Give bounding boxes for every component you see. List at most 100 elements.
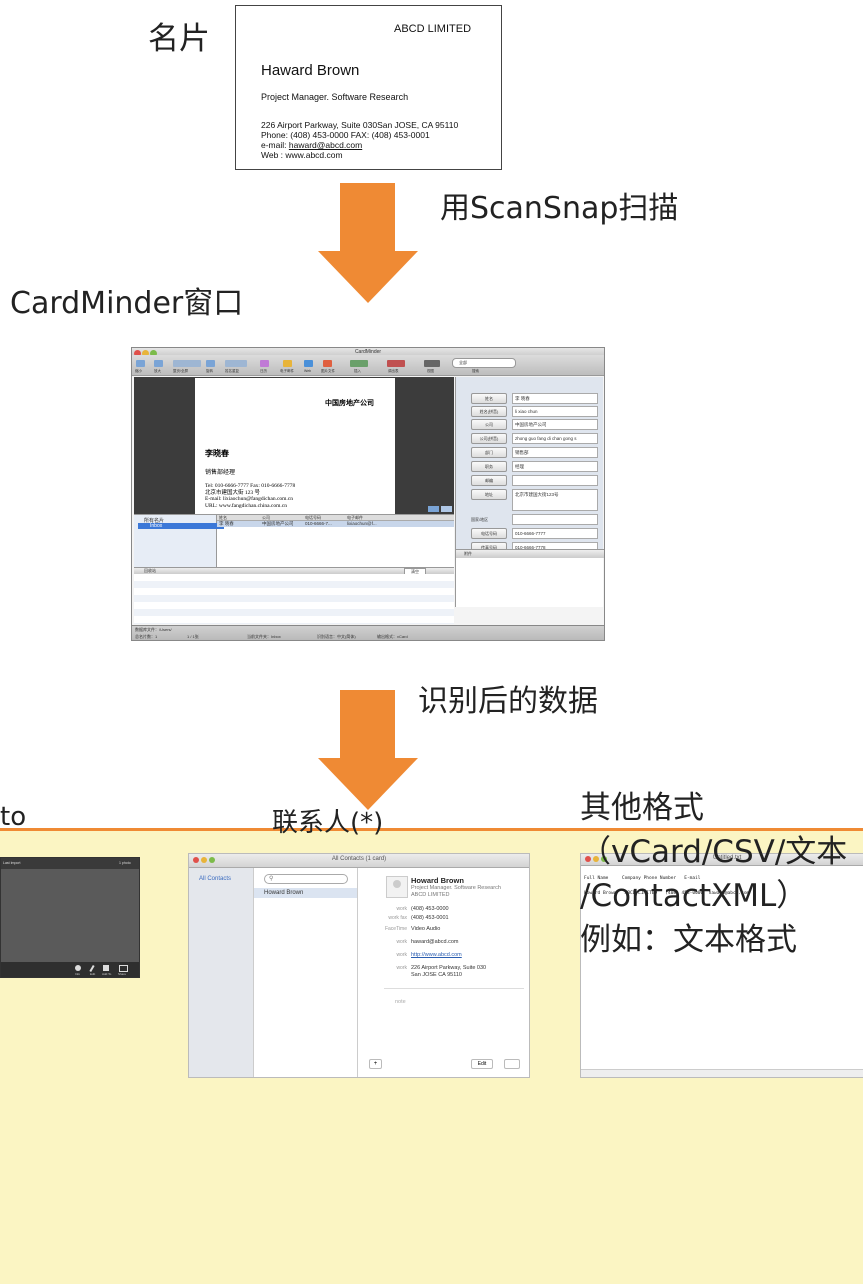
row-label: FaceTime [384,926,407,932]
card-email-line: e-mail: haward@abcd.com [261,140,458,150]
edit-button[interactable]: Edit [471,1059,493,1069]
note-field[interactable]: note [395,999,406,1005]
toolbar-label: 日历 [260,369,267,373]
web-icon[interactable] [304,360,313,367]
avatar[interactable] [386,876,408,898]
export-icon[interactable] [387,360,405,367]
toolbar-label: 插入 [354,369,361,373]
arrow-shaft-2 [340,690,395,758]
add-button[interactable]: + [369,1059,382,1069]
grid-view-icon[interactable] [441,506,452,512]
field-value[interactable]: 北京市建国大街123号 [512,489,598,511]
view-icon[interactable] [424,360,440,367]
card-image-line: E-mail: lixiaochun@fangdichan.com.cn [205,496,293,502]
field-value[interactable]: 中国房地产公司 [512,419,598,430]
photos-app-screenshot: Last Import 1 photo Info Edit Add To Sha… [0,857,140,978]
field-value[interactable]: li xiao chun [512,406,598,417]
photos-toolbar: Info Edit Add To Share [1,962,139,977]
other-formats-line: 其他格式 [580,790,704,826]
view-mode-icon[interactable] [173,360,201,367]
field-label-button[interactable]: 部门 [471,447,507,458]
card-email: haward@abcd.com [288,140,363,150]
field-label-button[interactable]: 电话号码 [471,528,507,539]
toolbar-label: 放大 [154,369,161,373]
edit-icon[interactable] [89,964,95,973]
field-value[interactable]: zhong guo fang di chan gong s [512,433,598,444]
add-to-icon[interactable] [103,965,109,971]
field-label: 国家/地区 [471,517,489,522]
row-value[interactable]: (408) 453-0000 [411,906,449,912]
field-value[interactable]: 销售部 [512,447,598,458]
photos-toolbar-label: Share [118,972,127,976]
other-formats-line: /ContactXML） [580,878,808,914]
field-value[interactable] [512,514,598,525]
share-icon[interactable] [119,965,128,972]
rotate-icon[interactable] [206,360,215,367]
sidebar-all-contacts[interactable]: All Contacts [199,876,231,882]
contacts-caption: 联系人(*) [272,808,384,838]
trash-list[interactable] [134,574,454,624]
toolbar-label: 姓名重复 [225,369,239,373]
card-phone: Phone: (408) 453-0000 FAX: (408) 453-000… [261,130,430,140]
toolbar-label: 旋转 [206,369,213,373]
field-value[interactable] [512,475,598,486]
zoom-in-icon[interactable] [154,360,163,367]
toolbar-label: 缩小 [135,369,142,373]
cell-name: 李 晓春 [219,521,234,526]
card-address: 226 Airport Parkway, Suite 030San JOSE, … [261,120,459,130]
person-icon [393,880,401,888]
row-value[interactable]: (408) 453-0001 [411,915,449,921]
contact-job: Project Manager. Software Research [411,885,501,891]
folder-inbox[interactable]: Inbox [138,523,224,529]
zoom-out-icon[interactable] [136,360,145,367]
share-icon[interactable] [504,1059,520,1069]
toolbar-label: 电子邮件 [280,369,294,373]
status-language: 识别语言：中文(简体) [317,634,356,639]
row-label: work [396,939,407,945]
field-panel: 姓名李 晓春 姓名(拼音) li xiao chun 公司 中国房地产公司 公司(拼… [455,377,604,607]
insert-icon[interactable] [350,360,368,367]
table-row[interactable]: 李 晓春 中国房地产公司 010-6666-7... lixiaochun@f.… [217,521,454,527]
text-editor-footer [581,1069,863,1077]
notes-header[interactable]: 附件 [456,549,604,558]
toolbar-label: 整页/全屏 [173,369,188,373]
field-label-button[interactable]: 邮编 [471,475,507,486]
facetime-value[interactable]: Video Audio [411,926,440,932]
image-file-icon[interactable] [323,360,332,367]
calendar-icon[interactable] [260,360,269,367]
field-label-button[interactable]: 职务 [471,461,507,472]
search-input[interactable]: 全部 [452,358,516,368]
arrow-shaft-1 [340,183,395,251]
search-icon: ⚲ [269,876,274,882]
other-formats-line: 例如：文本格式 [580,922,797,958]
field-label-button[interactable]: 姓名(拼音) [471,406,507,417]
email-icon[interactable] [283,360,292,367]
business-card: ABCD LIMITED Haward Brown Project Manage… [235,5,502,170]
field-value[interactable]: 010-6666-7777 [512,528,598,539]
card-image-details: Tel: 010-6666-7777 Fax: 010-6666-7778 北京… [205,483,295,509]
field-label-button[interactable]: 地址 [471,489,507,500]
photos-toolbar-label: Add To [102,972,112,976]
contacts-search-input[interactable]: ⚲ [264,874,348,884]
duplicate-icon[interactable] [225,360,247,367]
cardminder-window: CardMinder 全部 缩小 放大 整页/全屏 旋转 姓名重复 日历 电子邮… [131,347,605,641]
info-icon[interactable] [75,965,81,971]
list-view-icon[interactable] [428,506,439,512]
row-value[interactable]: http://www.abcd.com [411,952,462,958]
notes-area[interactable] [456,558,603,607]
card-image-company: 中国房地产公司 [325,399,374,407]
contact-list-item[interactable]: Howard Brown [254,888,357,898]
row-value[interactable]: San JOSE CA 95110 [411,972,462,978]
field-value[interactable]: 李 晓春 [512,393,598,404]
field-label-button[interactable]: 公司 [471,419,507,430]
field-label-button[interactable]: 姓名 [471,393,507,404]
other-formats-caption: 其他格式 （vCard/CSV/文本 /ContactXML） 例如：文本格式 [580,786,847,962]
toolbar-label: 图片文件 [321,369,335,373]
field-value[interactable]: 经理 [512,461,598,472]
field-label-button[interactable]: 公司(拼音) [471,433,507,444]
card-label: 名片 [148,21,210,57]
status-format: 输出格式：vCard [377,634,408,639]
row-value[interactable]: 226 Airport Parkway, Suite 030 [411,965,486,971]
toolbar: 全部 缩小 放大 整页/全屏 旋转 姓名重复 日历 电子邮件 Web 图片文件 … [132,355,604,376]
row-value[interactable]: haward@abcd.com [411,939,458,945]
